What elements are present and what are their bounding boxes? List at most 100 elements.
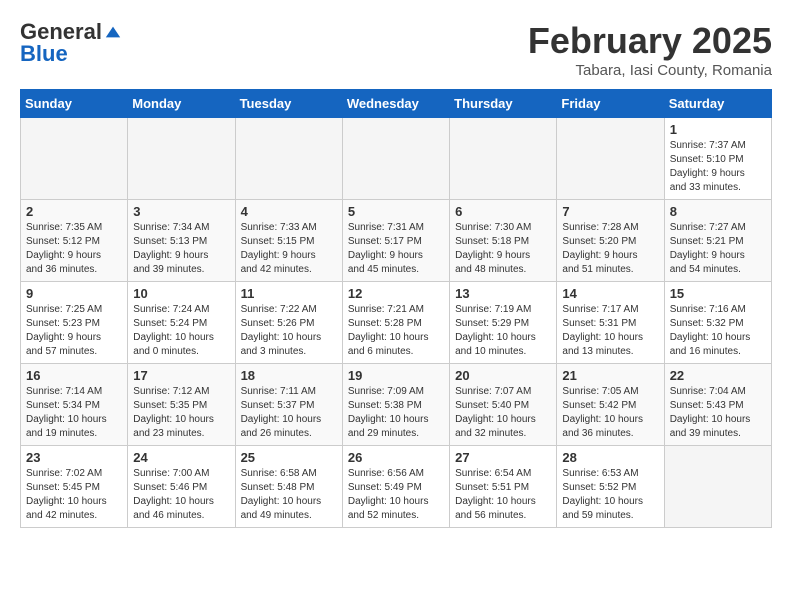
calendar-week-row: 16Sunrise: 7:14 AM Sunset: 5:34 PM Dayli… — [21, 364, 772, 446]
day-info: Sunrise: 7:09 AM Sunset: 5:38 PM Dayligh… — [348, 385, 444, 441]
calendar-cell: 4Sunrise: 7:33 AM Sunset: 5:15 PM Daylig… — [235, 200, 342, 282]
day-number: 18 — [241, 368, 337, 383]
day-number: 26 — [348, 450, 444, 465]
weekday-header: Tuesday — [235, 90, 342, 118]
day-number: 21 — [562, 368, 658, 383]
day-number: 11 — [241, 286, 337, 301]
weekday-header: Monday — [128, 90, 235, 118]
calendar-cell — [235, 118, 342, 200]
day-info: Sunrise: 6:53 AM Sunset: 5:52 PM Dayligh… — [562, 467, 658, 523]
calendar-cell: 1 Sunrise: 7:37 AM Sunset: 5:10 PM Daylig… — [664, 118, 771, 200]
day-number: 10 — [133, 286, 229, 301]
day-info: Sunrise: 7:07 AM Sunset: 5:40 PM Dayligh… — [455, 385, 551, 441]
day-info: Sunrise: 7:21 AM Sunset: 5:28 PM Dayligh… — [348, 303, 444, 359]
day-number: 28 — [562, 450, 658, 465]
day-number: 19 — [348, 368, 444, 383]
weekday-header: Saturday — [664, 90, 771, 118]
calendar-cell: 6Sunrise: 7:30 AM Sunset: 5:18 PM Daylig… — [450, 200, 557, 282]
day-info: Sunrise: 7:35 AM Sunset: 5:12 PM Dayligh… — [26, 221, 122, 277]
day-info: Sunrise: 7:14 AM Sunset: 5:34 PM Dayligh… — [26, 385, 122, 441]
day-info: Sunrise: 7:11 AM Sunset: 5:37 PM Dayligh… — [241, 385, 337, 441]
day-info: Sunrise: 7:04 AM Sunset: 5:43 PM Dayligh… — [670, 385, 766, 441]
title-block: February 2025 Tabara, Iasi County, Roman… — [528, 20, 772, 79]
day-number: 6 — [455, 204, 551, 219]
day-number: 7 — [562, 204, 658, 219]
calendar-cell: 25 Sunrise: 6:58 AM Sunset: 5:48 PM Dayli… — [235, 446, 342, 528]
day-number: 5 — [348, 204, 444, 219]
day-info: Sunrise: 7:28 AM Sunset: 5:20 PM Dayligh… — [562, 221, 658, 277]
calendar-cell: 21 Sunrise: 7:05 AM Sunset: 5:42 PM Dayli… — [557, 364, 664, 446]
day-info: Sunrise: 7:31 AM Sunset: 5:17 PM Dayligh… — [348, 221, 444, 277]
day-info: Sunrise: 7:16 AM Sunset: 5:32 PM Dayligh… — [670, 303, 766, 359]
day-number: 12 — [348, 286, 444, 301]
calendar-week-row: 9 Sunrise: 7:25 AM Sunset: 5:23 PM Daylig… — [21, 282, 772, 364]
calendar-cell: 8 Sunrise: 7:27 AM Sunset: 5:21 PM Daylig… — [664, 200, 771, 282]
day-info: Sunrise: 7:25 AM Sunset: 5:23 PM Dayligh… — [26, 303, 122, 359]
calendar-cell — [664, 446, 771, 528]
calendar-cell: 16Sunrise: 7:14 AM Sunset: 5:34 PM Dayli… — [21, 364, 128, 446]
calendar-cell: 15 Sunrise: 7:16 AM Sunset: 5:32 PM Dayli… — [664, 282, 771, 364]
calendar-cell: 10 Sunrise: 7:24 AM Sunset: 5:24 PM Dayli… — [128, 282, 235, 364]
day-info: Sunrise: 6:58 AM Sunset: 5:48 PM Dayligh… — [241, 467, 337, 523]
calendar-cell: 14 Sunrise: 7:17 AM Sunset: 5:31 PM Dayli… — [557, 282, 664, 364]
calendar-cell: 7 Sunrise: 7:28 AM Sunset: 5:20 PM Daylig… — [557, 200, 664, 282]
calendar-cell: 23Sunrise: 7:02 AM Sunset: 5:45 PM Dayli… — [21, 446, 128, 528]
day-info: Sunrise: 7:24 AM Sunset: 5:24 PM Dayligh… — [133, 303, 229, 359]
weekday-header: Friday — [557, 90, 664, 118]
calendar-week-row: 1 Sunrise: 7:37 AM Sunset: 5:10 PM Daylig… — [21, 118, 772, 200]
calendar-cell — [342, 118, 449, 200]
day-number: 3 — [133, 204, 229, 219]
day-number: 27 — [455, 450, 551, 465]
day-info: Sunrise: 7:19 AM Sunset: 5:29 PM Dayligh… — [455, 303, 551, 359]
calendar-cell: 11 Sunrise: 7:22 AM Sunset: 5:26 PM Dayli… — [235, 282, 342, 364]
day-number: 24 — [133, 450, 229, 465]
page-header: General Blue February 2025 Tabara, Iasi … — [20, 20, 772, 79]
day-number: 8 — [670, 204, 766, 219]
calendar-week-row: 23Sunrise: 7:02 AM Sunset: 5:45 PM Dayli… — [21, 446, 772, 528]
calendar-cell: 3 Sunrise: 7:34 AM Sunset: 5:13 PM Daylig… — [128, 200, 235, 282]
day-info: Sunrise: 7:33 AM Sunset: 5:15 PM Dayligh… — [241, 221, 337, 277]
calendar-cell — [21, 118, 128, 200]
day-info: Sunrise: 7:34 AM Sunset: 5:13 PM Dayligh… — [133, 221, 229, 277]
day-number: 1 — [670, 122, 766, 137]
calendar-table: SundayMondayTuesdayWednesdayThursdayFrid… — [20, 89, 772, 528]
calendar-cell — [128, 118, 235, 200]
day-number: 20 — [455, 368, 551, 383]
day-number: 22 — [670, 368, 766, 383]
day-info: Sunrise: 7:05 AM Sunset: 5:42 PM Dayligh… — [562, 385, 658, 441]
weekday-header: Wednesday — [342, 90, 449, 118]
day-number: 15 — [670, 286, 766, 301]
day-number: 13 — [455, 286, 551, 301]
day-info: Sunrise: 6:56 AM Sunset: 5:49 PM Dayligh… — [348, 467, 444, 523]
day-number: 9 — [26, 286, 122, 301]
calendar-cell: 28 Sunrise: 6:53 AM Sunset: 5:52 PM Dayli… — [557, 446, 664, 528]
day-number: 17 — [133, 368, 229, 383]
month-title: February 2025 — [528, 20, 772, 62]
calendar-cell: 26 Sunrise: 6:56 AM Sunset: 5:49 PM Dayli… — [342, 446, 449, 528]
day-number: 23 — [26, 450, 122, 465]
logo-blue-text: Blue — [20, 42, 122, 66]
calendar-cell — [557, 118, 664, 200]
day-info: Sunrise: 7:37 AM Sunset: 5:10 PM Dayligh… — [670, 139, 766, 195]
calendar-cell: 17Sunrise: 7:12 AM Sunset: 5:35 PM Dayli… — [128, 364, 235, 446]
day-info: Sunrise: 7:27 AM Sunset: 5:21 PM Dayligh… — [670, 221, 766, 277]
location-text: Tabara, Iasi County, Romania — [528, 62, 772, 79]
weekday-header: Thursday — [450, 90, 557, 118]
weekday-header-row: SundayMondayTuesdayWednesdayThursdayFrid… — [21, 90, 772, 118]
calendar-cell: 27 Sunrise: 6:54 AM Sunset: 5:51 PM Dayli… — [450, 446, 557, 528]
day-info: Sunrise: 7:17 AM Sunset: 5:31 PM Dayligh… — [562, 303, 658, 359]
calendar-cell: 20 Sunrise: 7:07 AM Sunset: 5:40 PM Dayli… — [450, 364, 557, 446]
day-info: Sunrise: 6:54 AM Sunset: 5:51 PM Dayligh… — [455, 467, 551, 523]
day-number: 14 — [562, 286, 658, 301]
calendar-cell: 12 Sunrise: 7:21 AM Sunset: 5:28 PM Dayli… — [342, 282, 449, 364]
calendar-cell: 18 Sunrise: 7:11 AM Sunset: 5:37 PM Dayli… — [235, 364, 342, 446]
day-number: 25 — [241, 450, 337, 465]
day-info: Sunrise: 7:22 AM Sunset: 5:26 PM Dayligh… — [241, 303, 337, 359]
logo-triangle-icon — [104, 23, 122, 41]
calendar-cell: 13 Sunrise: 7:19 AM Sunset: 5:29 PM Dayli… — [450, 282, 557, 364]
calendar-cell: 9 Sunrise: 7:25 AM Sunset: 5:23 PM Daylig… — [21, 282, 128, 364]
calendar-cell: 19 Sunrise: 7:09 AM Sunset: 5:38 PM Dayli… — [342, 364, 449, 446]
calendar-cell — [450, 118, 557, 200]
day-number: 2 — [26, 204, 122, 219]
day-info: Sunrise: 7:00 AM Sunset: 5:46 PM Dayligh… — [133, 467, 229, 523]
